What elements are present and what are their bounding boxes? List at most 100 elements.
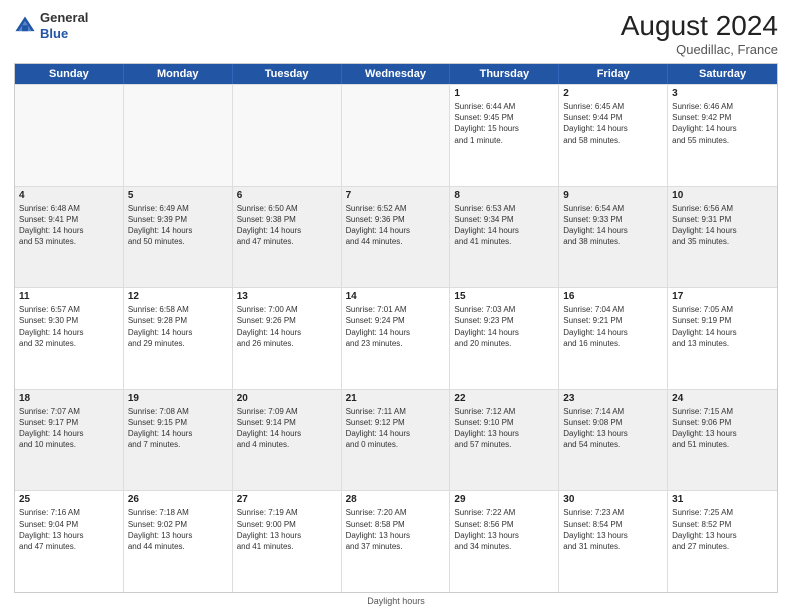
calendar-cell-23: 23 Sunrise: 7:14 AM Sunset: 9:08 PM Dayli…: [559, 390, 668, 491]
day-number: 31: [672, 494, 773, 505]
footer-note: Daylight hours: [14, 596, 778, 606]
cell-info: Sunrise: 7:23 AM Sunset: 8:54 PM Dayligh…: [563, 507, 663, 552]
day-number: 27: [237, 494, 337, 505]
day-number: 2: [563, 88, 663, 99]
day-number: 8: [454, 190, 554, 201]
cell-info: Sunrise: 6:54 AM Sunset: 9:33 PM Dayligh…: [563, 203, 663, 248]
logo-icon: [14, 15, 36, 37]
calendar-cell-21: 21 Sunrise: 7:11 AM Sunset: 9:12 PM Dayli…: [342, 390, 451, 491]
calendar-cell-empty-3: [342, 85, 451, 186]
cell-info: Sunrise: 7:11 AM Sunset: 9:12 PM Dayligh…: [346, 406, 446, 451]
cell-info: Sunrise: 7:01 AM Sunset: 9:24 PM Dayligh…: [346, 304, 446, 349]
day-number: 10: [672, 190, 773, 201]
cell-info: Sunrise: 6:52 AM Sunset: 9:36 PM Dayligh…: [346, 203, 446, 248]
cell-info: Sunrise: 6:53 AM Sunset: 9:34 PM Dayligh…: [454, 203, 554, 248]
calendar-row-0: 1 Sunrise: 6:44 AM Sunset: 9:45 PM Daylig…: [15, 84, 777, 186]
day-number: 25: [19, 494, 119, 505]
day-number: 23: [563, 393, 663, 404]
calendar-cell-5: 5Sunrise: 6:49 AM Sunset: 9:39 PM Daylig…: [124, 187, 233, 288]
day-number: 26: [128, 494, 228, 505]
day-number: 6: [237, 190, 337, 201]
calendar-cell-29: 29 Sunrise: 7:22 AM Sunset: 8:56 PM Dayli…: [450, 491, 559, 592]
day-number: 5: [128, 190, 228, 201]
cell-info: Sunrise: 6:58 AM Sunset: 9:28 PM Dayligh…: [128, 304, 228, 349]
cell-info: Sunrise: 7:08 AM Sunset: 9:15 PM Dayligh…: [128, 406, 228, 451]
calendar-cell-7: 7 Sunrise: 6:52 AM Sunset: 9:36 PM Daylig…: [342, 187, 451, 288]
day-number: 4: [19, 190, 119, 201]
calendar-cell-31: 31 Sunrise: 7:25 AM Sunset: 8:52 PM Dayli…: [668, 491, 777, 592]
day-number: 16: [563, 291, 663, 302]
day-number: 21: [346, 393, 446, 404]
day-number: 19: [128, 393, 228, 404]
calendar-cell-28: 28 Sunrise: 7:20 AM Sunset: 8:58 PM Dayli…: [342, 491, 451, 592]
cell-info: Sunrise: 7:22 AM Sunset: 8:56 PM Dayligh…: [454, 507, 554, 552]
cell-info: Sunrise: 6:45 AM Sunset: 9:44 PM Dayligh…: [563, 101, 663, 146]
cell-info: Sunrise: 7:25 AM Sunset: 8:52 PM Dayligh…: [672, 507, 773, 552]
calendar-cell-empty-2: [233, 85, 342, 186]
cell-info: Sunrise: 6:44 AM Sunset: 9:45 PM Dayligh…: [454, 101, 554, 146]
day-number: 12: [128, 291, 228, 302]
calendar-cell-30: 30 Sunrise: 7:23 AM Sunset: 8:54 PM Dayli…: [559, 491, 668, 592]
calendar-row-1: 4 Sunrise: 6:48 AM Sunset: 9:41 PM Daylig…: [15, 186, 777, 288]
calendar-cell-2: 2 Sunrise: 6:45 AM Sunset: 9:44 PM Daylig…: [559, 85, 668, 186]
day-number: 28: [346, 494, 446, 505]
cell-info: Sunrise: 7:00 AM Sunset: 9:26 PM Dayligh…: [237, 304, 337, 349]
calendar-cell-8: 8 Sunrise: 6:53 AM Sunset: 9:34 PM Daylig…: [450, 187, 559, 288]
cell-info: Sunrise: 6:46 AM Sunset: 9:42 PM Dayligh…: [672, 101, 773, 146]
cell-info: Sunrise: 6:56 AM Sunset: 9:31 PM Dayligh…: [672, 203, 773, 248]
header: General Blue August 2024 Quedillac, Fran…: [14, 10, 778, 57]
calendar-cell-17: 17Sunrise: 7:05 AM Sunset: 9:19 PM Dayli…: [668, 288, 777, 389]
calendar-cell-1: 1 Sunrise: 6:44 AM Sunset: 9:45 PM Daylig…: [450, 85, 559, 186]
day-number: 7: [346, 190, 446, 201]
cell-info: Sunrise: 7:18 AM Sunset: 9:02 PM Dayligh…: [128, 507, 228, 552]
title-block: August 2024 Quedillac, France: [621, 10, 778, 57]
calendar-cell-11: 11Sunrise: 6:57 AM Sunset: 9:30 PM Dayli…: [15, 288, 124, 389]
day-number: 14: [346, 291, 446, 302]
weekday-header-sunday: Sunday: [15, 64, 124, 84]
day-number: 3: [672, 88, 773, 99]
calendar-cell-26: 26 Sunrise: 7:18 AM Sunset: 9:02 PM Dayli…: [124, 491, 233, 592]
day-number: 20: [237, 393, 337, 404]
weekday-header-wednesday: Wednesday: [342, 64, 451, 84]
calendar-cell-13: 13 Sunrise: 7:00 AM Sunset: 9:26 PM Dayli…: [233, 288, 342, 389]
weekday-header-monday: Monday: [124, 64, 233, 84]
day-number: 13: [237, 291, 337, 302]
month-year: August 2024: [621, 10, 778, 42]
cell-info: Sunrise: 7:20 AM Sunset: 8:58 PM Dayligh…: [346, 507, 446, 552]
weekday-header-tuesday: Tuesday: [233, 64, 342, 84]
day-number: 30: [563, 494, 663, 505]
day-number: 24: [672, 393, 773, 404]
calendar-cell-9: 9Sunrise: 6:54 AM Sunset: 9:33 PM Daylig…: [559, 187, 668, 288]
calendar-row-2: 11Sunrise: 6:57 AM Sunset: 9:30 PM Dayli…: [15, 287, 777, 389]
cell-info: Sunrise: 7:07 AM Sunset: 9:17 PM Dayligh…: [19, 406, 119, 451]
cell-info: Sunrise: 6:50 AM Sunset: 9:38 PM Dayligh…: [237, 203, 337, 248]
day-number: 29: [454, 494, 554, 505]
cell-info: Sunrise: 7:12 AM Sunset: 9:10 PM Dayligh…: [454, 406, 554, 451]
calendar-cell-empty-1: [124, 85, 233, 186]
logo-blue: Blue: [40, 26, 68, 41]
cell-info: Sunrise: 7:14 AM Sunset: 9:08 PM Dayligh…: [563, 406, 663, 451]
day-number: 1: [454, 88, 554, 99]
day-number: 11: [19, 291, 119, 302]
calendar-cell-27: 27 Sunrise: 7:19 AM Sunset: 9:00 PM Dayli…: [233, 491, 342, 592]
logo: General Blue: [14, 10, 88, 41]
cell-info: Sunrise: 7:19 AM Sunset: 9:00 PM Dayligh…: [237, 507, 337, 552]
calendar: SundayMondayTuesdayWednesdayThursdayFrid…: [14, 63, 778, 593]
day-number: 18: [19, 393, 119, 404]
calendar-cell-15: 15Sunrise: 7:03 AM Sunset: 9:23 PM Dayli…: [450, 288, 559, 389]
calendar-body: 1 Sunrise: 6:44 AM Sunset: 9:45 PM Daylig…: [15, 84, 777, 592]
calendar-page: General Blue August 2024 Quedillac, Fran…: [0, 0, 792, 612]
calendar-cell-3: 3 Sunrise: 6:46 AM Sunset: 9:42 PM Daylig…: [668, 85, 777, 186]
calendar-cell-20: 20Sunrise: 7:09 AM Sunset: 9:14 PM Dayli…: [233, 390, 342, 491]
logo-general: General: [40, 10, 88, 25]
location: Quedillac, France: [621, 42, 778, 57]
cell-info: Sunrise: 6:48 AM Sunset: 9:41 PM Dayligh…: [19, 203, 119, 248]
calendar-cell-24: 24Sunrise: 7:15 AM Sunset: 9:06 PM Dayli…: [668, 390, 777, 491]
weekday-header-friday: Friday: [559, 64, 668, 84]
calendar-cell-14: 14 Sunrise: 7:01 AM Sunset: 9:24 PM Dayli…: [342, 288, 451, 389]
day-number: 15: [454, 291, 554, 302]
day-number: 17: [672, 291, 773, 302]
calendar-cell-6: 6 Sunrise: 6:50 AM Sunset: 9:38 PM Daylig…: [233, 187, 342, 288]
calendar-row-3: 18 Sunrise: 7:07 AM Sunset: 9:17 PM Dayli…: [15, 389, 777, 491]
calendar-row-4: 25Sunrise: 7:16 AM Sunset: 9:04 PM Dayli…: [15, 490, 777, 592]
